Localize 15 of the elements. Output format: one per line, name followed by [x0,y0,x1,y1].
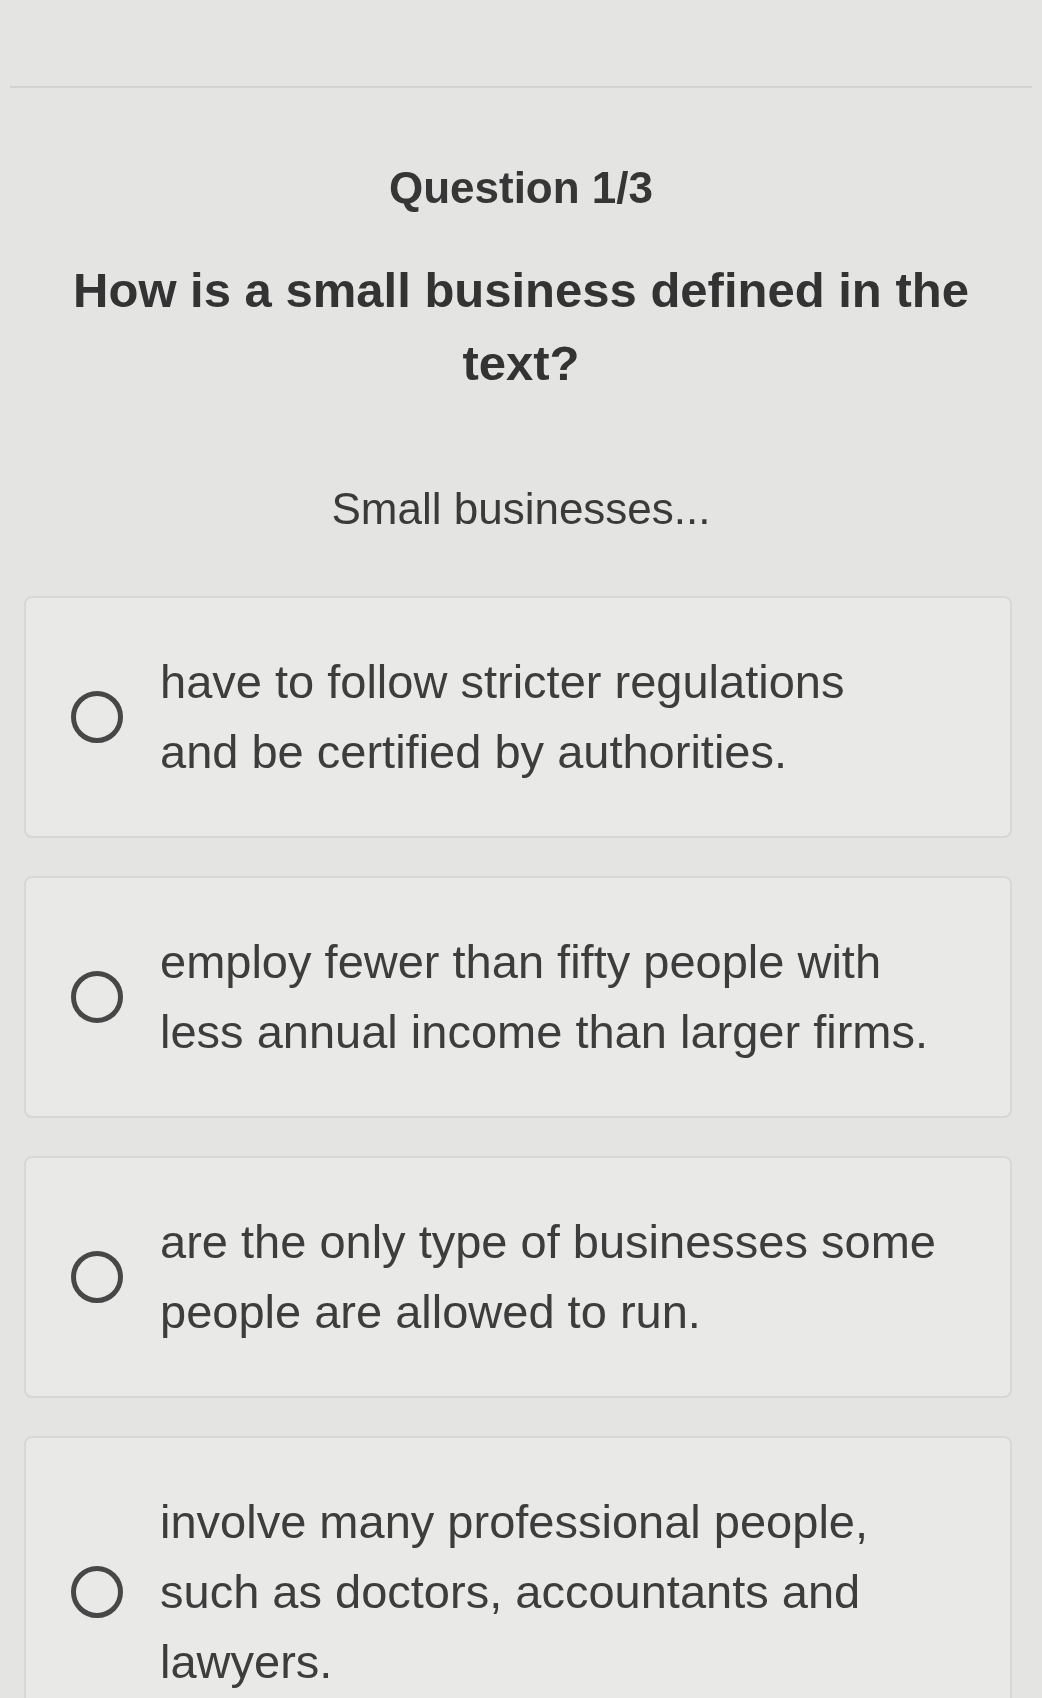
radio-button[interactable] [71,1251,123,1303]
option-text: involve many professional people, such as doctors, accountants and lawyers. [160,1494,869,1690]
radio-button[interactable] [71,1566,123,1618]
option-text: are the only type of businesses some people are allowed to run. [160,1214,936,1340]
question-counter: Question 1/3 [388,163,654,213]
option-card[interactable]: involve many professional people, such as doctors, accountants and lawyers. [24,1436,1012,1698]
question-stem: Small businesses... [331,484,711,534]
radio-button[interactable] [71,971,123,1023]
question-text: How is a small business defined in the text? [72,262,970,392]
option-card[interactable]: have to follow stricter regulations and be certified by authorities. [24,596,1012,838]
radio-button[interactable] [71,691,123,743]
option-card[interactable]: employ fewer than fifty people with less annual income than larger firms. [24,876,1012,1118]
option-text: have to follow stricter regulations and be certified by authorities. [160,654,845,780]
option-text: employ fewer than fifty people with less annual income than larger firms. [160,934,929,1060]
option-card[interactable]: are the only type of businesses some people are allowed to run. [24,1156,1012,1398]
